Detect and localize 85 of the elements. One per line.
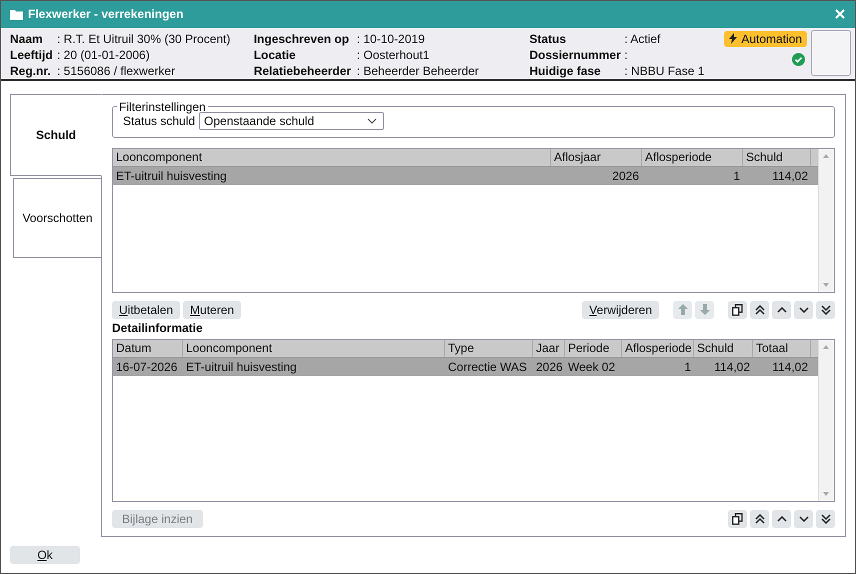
table-row[interactable]: ET-uitruil huisvesting 2026 1 114,02 — [113, 166, 818, 185]
table-cell-text: 1 — [732, 168, 741, 183]
column-header[interactable]: Schuld — [743, 148, 811, 166]
info-value: : NBBU Fase 1 — [624, 64, 704, 78]
arrow-up-icon — [678, 304, 688, 316]
close-icon[interactable] — [835, 9, 845, 20]
info-value: : — [624, 48, 628, 62]
tab[interactable]: Voorschotten — [13, 178, 101, 258]
lightning-icon — [729, 33, 738, 44]
column-header[interactable]: Aflosperiode — [642, 148, 743, 166]
info-label: Huidige fase — [529, 64, 602, 78]
chevron-down-icon — [798, 516, 808, 522]
info-value: : 20 (01-01-2006) — [57, 48, 150, 62]
info-label: Locatie — [254, 48, 297, 62]
double-chevron-up-icon — [754, 514, 764, 524]
info-label: Status — [529, 32, 568, 46]
table-cell-text: 16-07-2026 — [115, 360, 178, 374]
double-chevron-up-icon — [754, 304, 764, 315]
column-header[interactable]: Datum — [113, 340, 183, 357]
first-button[interactable] — [750, 300, 769, 319]
double-chevron-down-icon — [820, 514, 830, 524]
column-header[interactable]: Jaar — [533, 340, 565, 357]
delete-button[interactable]: Verwijderen — [582, 300, 659, 319]
column-header[interactable]: Looncomponent — [183, 340, 445, 357]
check-icon — [792, 52, 806, 66]
column-header[interactable]: Totaal — [753, 340, 811, 357]
copy-icon — [732, 512, 743, 525]
chevron-up-icon — [776, 306, 786, 313]
double-chevron-down-icon — [820, 304, 830, 315]
column-header[interactable]: Periode — [565, 340, 622, 357]
copy-button[interactable] — [728, 510, 747, 528]
copy-icon — [732, 304, 743, 316]
action-button[interactable]: Uitbetalen — [112, 300, 180, 319]
last-button[interactable] — [816, 510, 835, 528]
previous-button[interactable] — [772, 300, 791, 319]
table-cell-text: 1 — [683, 360, 692, 374]
info-value: : 10-10-2019 — [356, 32, 425, 46]
info-value: : 5156086 / flexwerker — [57, 64, 176, 78]
folder-icon — [10, 8, 23, 20]
table-cell-text: ET-uitruil huisvesting — [115, 168, 228, 183]
table-cell-text: Correctie WAS — [447, 360, 528, 374]
table-cell-text: 114,02 — [771, 168, 809, 183]
chevron-down-icon — [798, 306, 808, 313]
action-button[interactable]: Muteren — [183, 300, 242, 319]
first-button[interactable] — [750, 510, 769, 528]
info-value: : Actief — [624, 32, 660, 46]
table-row[interactable]: 16-07-2026 ET-uitruil huisvesting Correctie WAS 2026 Week 02 1 114,02 114,02 — [113, 358, 818, 376]
next-button[interactable] — [794, 510, 813, 528]
table-cell-text: Week 02 — [567, 360, 616, 374]
info-label: Dossiernummer — [529, 48, 622, 62]
chevron-up-icon — [776, 516, 786, 522]
column-header[interactable]: Schuld — [694, 340, 753, 357]
group-title: Filterinstellingen — [118, 102, 207, 112]
window-title: Flexwerker - verrekeningen — [28, 7, 184, 22]
tab[interactable]: Schuld — [10, 94, 102, 176]
table-cell-text: 2026 — [611, 168, 640, 183]
column-header[interactable]: Aflosperiode — [622, 340, 694, 357]
arrow-down-icon — [700, 304, 710, 316]
info-label: Leeftijd — [10, 48, 54, 62]
status-dropdown[interactable]: Openstaande schuld — [199, 112, 384, 130]
column-header[interactable]: Aflosjaar — [551, 148, 642, 166]
field-label: Status schuld — [123, 114, 196, 128]
scrollbar[interactable] — [818, 340, 834, 501]
previous-button[interactable] — [772, 510, 791, 528]
info-label: Naam — [10, 32, 44, 46]
info-value: : Beheerder Beheerder — [356, 64, 479, 78]
info-value: : Oosterhout1 — [356, 48, 430, 62]
info-label: Ingeschreven op — [254, 32, 350, 46]
table-cell-text: 114,02 — [713, 360, 751, 374]
info-label: Reg.nr. — [10, 64, 52, 78]
copy-button[interactable] — [728, 300, 747, 319]
section-title: Detailinformatie — [112, 320, 204, 335]
next-button[interactable] — [794, 300, 813, 319]
ok-button[interactable]: Ok — [10, 546, 80, 564]
table-cell-text: ET-uitruil huisvesting — [185, 360, 298, 374]
table-cell-text: 2026 — [535, 360, 564, 374]
chevron-down-icon — [367, 118, 378, 124]
automation-badge: Automation — [724, 30, 808, 47]
table-cell-text: 114,02 — [771, 360, 809, 374]
column-header[interactable]: Type — [445, 340, 533, 357]
scrollbar[interactable] — [818, 148, 834, 292]
column-header[interactable]: Looncomponent — [113, 148, 551, 166]
info-value: : R.T. Et Uitruil 30% (30 Procent) — [57, 32, 230, 46]
info-label: Relatiebeheerder — [254, 64, 352, 78]
last-button[interactable] — [816, 300, 835, 319]
